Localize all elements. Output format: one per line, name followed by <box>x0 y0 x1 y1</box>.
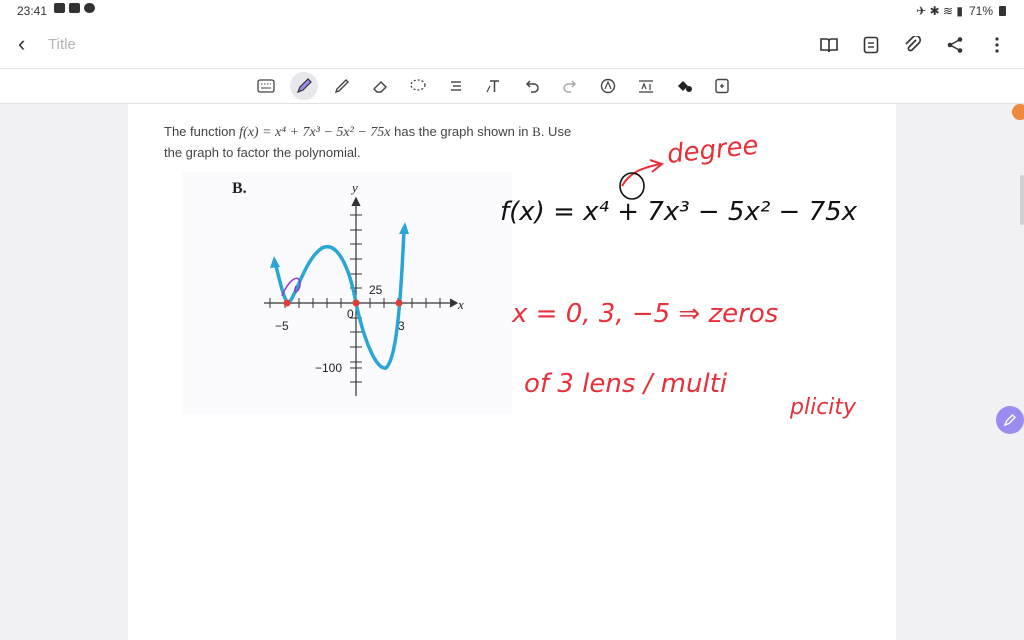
page-view-icon[interactable] <box>860 34 882 56</box>
video-icon <box>69 3 80 13</box>
status-notification-icons <box>54 3 95 13</box>
highlighter-icon[interactable] <box>328 72 356 100</box>
pen-float-button[interactable] <box>996 406 1024 434</box>
orange-edge-dot[interactable] <box>1012 104 1024 120</box>
ruler-text-icon[interactable] <box>632 72 660 100</box>
text-icon[interactable] <box>480 72 508 100</box>
attach-icon[interactable] <box>902 34 924 56</box>
add-page-icon[interactable] <box>708 72 736 100</box>
app-actions <box>818 34 1008 56</box>
problem-text: The function f(x) = x⁴ + 7x³ − 5x² − 75x… <box>164 122 864 163</box>
problem-intro: The function <box>164 124 240 139</box>
pen-float-icon <box>1003 414 1016 427</box>
back-button[interactable]: ‹ <box>18 32 25 56</box>
battery-icon <box>999 6 1006 16</box>
status-right: ✈ ✱ ≋ ▮ 71% <box>916 4 1006 18</box>
graph-ref: B <box>532 124 541 139</box>
bluetooth-icon <box>84 3 95 13</box>
text-format-icon[interactable] <box>442 72 470 100</box>
undo-icon[interactable] <box>518 72 546 100</box>
more-icon[interactable] <box>986 34 1008 56</box>
share-icon[interactable] <box>944 34 966 56</box>
status-bar: 23:41 ✈ ✱ ≋ ▮ 71% <box>0 0 1024 22</box>
status-time: 23:41 <box>17 4 48 18</box>
scrollbar[interactable] <box>1020 175 1024 225</box>
pen-toolbar <box>0 69 1024 104</box>
shape-icon[interactable] <box>594 72 622 100</box>
problem-line2: the graph to factor the polynomial. <box>164 145 361 160</box>
problem-end: . Use <box>540 124 572 139</box>
book-icon[interactable] <box>818 34 840 56</box>
lasso-icon[interactable] <box>404 72 432 100</box>
pen-icon[interactable] <box>290 72 318 100</box>
keyboard-icon[interactable] <box>252 72 280 100</box>
graph-panel <box>182 172 512 414</box>
function-math: f(x) = x⁴ + 7x³ − 5x² − 75x <box>239 125 391 140</box>
eraser-icon[interactable] <box>366 72 394 100</box>
color-icon[interactable] <box>670 72 698 100</box>
redo-icon[interactable] <box>556 72 584 100</box>
note-title[interactable]: Title <box>48 36 76 53</box>
signal-icon: ✈ ✱ ≋ ▮ <box>916 4 963 18</box>
problem-mid: has the graph shown in <box>390 124 533 139</box>
app-bar: ‹ Title <box>0 22 1024 69</box>
gallery-icon <box>54 3 65 13</box>
battery-percent: 71% <box>968 4 993 18</box>
